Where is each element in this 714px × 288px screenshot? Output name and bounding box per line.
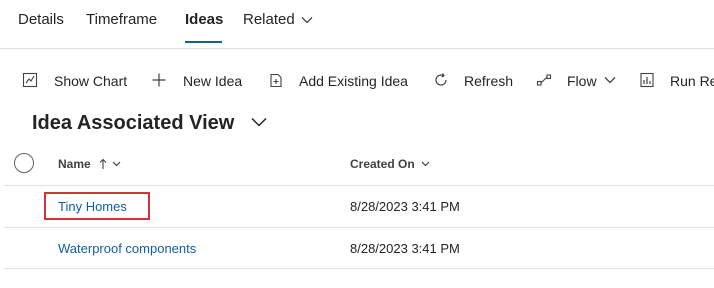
chevron-down-icon	[301, 17, 313, 24]
created-on-cell: 8/28/2023 3:41 PM	[350, 199, 460, 214]
new-idea-button[interactable]: New Idea	[151, 72, 242, 89]
flow-label: Flow	[567, 73, 597, 89]
column-header-name-label: Name	[58, 157, 91, 171]
flow-icon	[536, 74, 552, 86]
view-title[interactable]: Idea Associated View	[32, 112, 234, 135]
column-header-created-on[interactable]: Created On	[350, 157, 430, 171]
refresh-label: Refresh	[464, 73, 514, 89]
table-row[interactable]: Waterproof components 8/28/2023 3:41 PM	[0, 228, 714, 269]
chevron-down-icon	[112, 161, 121, 167]
chart-icon	[22, 72, 38, 88]
plus-icon	[152, 73, 166, 87]
divider	[4, 268, 714, 269]
new-idea-label: New Idea	[183, 73, 243, 89]
chevron-down-icon	[604, 77, 616, 84]
flow-button[interactable]: Flow	[536, 72, 616, 89]
tab-details[interactable]: Details	[18, 11, 64, 28]
highlight-annotation	[44, 192, 150, 220]
add-existing-icon	[270, 73, 282, 88]
tab-ideas[interactable]: Ideas	[185, 11, 223, 28]
created-on-cell: 8/28/2023 3:41 PM	[350, 241, 460, 256]
column-header-created-on-label: Created On	[350, 157, 415, 171]
divider	[0, 48, 714, 49]
refresh-button[interactable]: Refresh	[433, 72, 513, 89]
tab-timeframe[interactable]: Timeframe	[86, 11, 157, 28]
tab-bar: Details Timeframe Ideas Related	[0, 0, 714, 48]
report-icon	[640, 72, 654, 88]
run-report-label: Run Re	[670, 73, 714, 89]
add-existing-idea-button[interactable]: Add Existing Idea	[268, 72, 408, 89]
show-chart-button[interactable]: Show Chart	[22, 72, 127, 89]
refresh-icon	[435, 73, 447, 86]
tab-related[interactable]: Related	[243, 11, 313, 28]
active-tab-indicator	[185, 41, 222, 43]
idea-name-link[interactable]: Waterproof components	[58, 241, 196, 256]
chevron-down-icon	[421, 161, 430, 167]
column-header-name[interactable]: Name	[58, 157, 121, 171]
view-selector-chevron-icon[interactable]	[250, 116, 268, 128]
show-chart-label: Show Chart	[54, 73, 128, 89]
sort-ascending-icon	[99, 158, 107, 169]
grid-header: Name Created On	[0, 146, 714, 184]
tab-related-label: Related	[243, 11, 295, 28]
run-report-button[interactable]: Run Re	[639, 72, 714, 89]
add-existing-idea-label: Add Existing Idea	[299, 73, 408, 89]
select-all-checkbox[interactable]	[14, 153, 34, 173]
command-bar: Show Chart New Idea Add Existing Idea Re…	[0, 60, 714, 102]
